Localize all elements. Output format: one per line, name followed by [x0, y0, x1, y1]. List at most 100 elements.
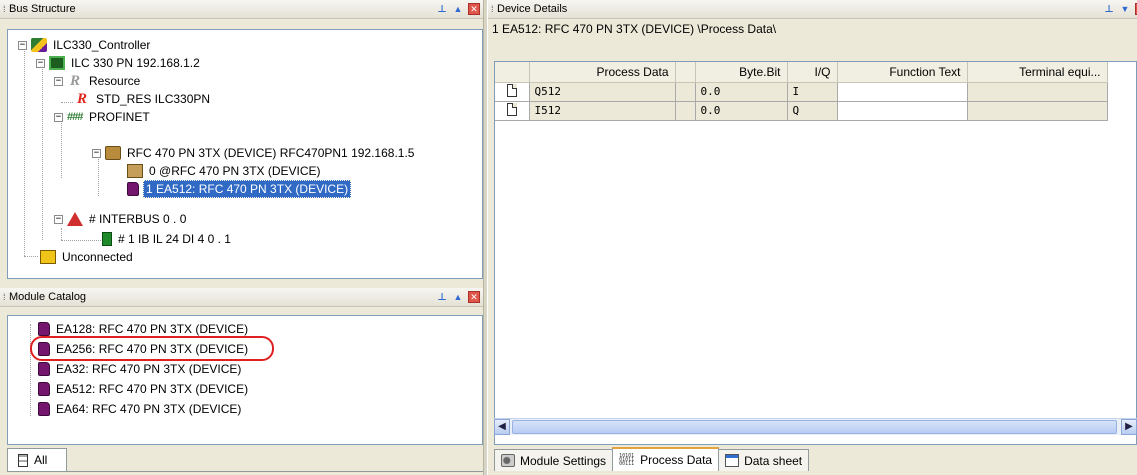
filter-all-icon	[18, 453, 28, 467]
cell-terminal[interactable]	[967, 82, 1108, 102]
device-details-title: Device Details	[497, 3, 568, 15]
cell-process-data[interactable]: Q512	[529, 82, 676, 102]
resource-icon: R	[69, 73, 80, 89]
bus-structure-tree[interactable]: − ILC330_Controller − ILC 330 PN 192.168…	[7, 29, 483, 279]
table-row[interactable]: Q512 0.0 I	[495, 82, 1108, 102]
cell-byte-bit[interactable]: 0.0	[695, 82, 788, 102]
module-icon	[38, 322, 50, 336]
cell-process-data[interactable]: I512	[529, 101, 676, 121]
tree-node-unconnected[interactable]: Unconnected	[40, 248, 135, 266]
device-path: 1 EA512: RFC 470 PN 3TX (DEVICE) \Proces…	[492, 22, 777, 36]
bus-structure-title: Bus Structure	[9, 3, 76, 15]
tab-module-settings[interactable]: Module Settings	[494, 449, 614, 471]
table-row[interactable]: I512 0.0 Q	[495, 101, 1108, 121]
catalog-item-ea32[interactable]: EA32: RFC 470 PN 3TX (DEVICE)	[38, 360, 243, 378]
column-header-byte-bit[interactable]: Byte.Bit	[695, 62, 788, 83]
collapse-icon[interactable]: −	[54, 214, 63, 224]
module-settings-icon	[501, 454, 515, 467]
column-header-process-data[interactable]: Process Data	[529, 62, 676, 83]
table-header-row: Process Data Byte.Bit I/Q Function Text …	[495, 62, 1108, 83]
cell-iq[interactable]: Q	[787, 101, 838, 121]
bus-structure-header: ⁞ Bus Structure ⊥ ▲ ✕	[0, 0, 483, 19]
module-icon	[38, 362, 50, 376]
scroll-left-icon[interactable]: ◀	[494, 419, 510, 435]
pin-icon[interactable]: ⊥	[436, 3, 448, 16]
process-data-grid[interactable]: Process Data Byte.Bit I/Q Function Text …	[494, 61, 1137, 445]
row-icon-header	[495, 62, 530, 83]
cell-terminal[interactable]	[967, 101, 1108, 121]
profinet-icon: ###	[67, 111, 83, 123]
tree-node-std-res[interactable]: R STD_RES ILC330PN	[74, 90, 212, 108]
tree-node-rfc470[interactable]: − RFC 470 PN 3TX (DEVICE) RFC470PN1 192.…	[92, 144, 416, 162]
tree-node-label: # 1 IB IL 24 DI 4 0 . 1	[118, 232, 231, 246]
module-catalog-list[interactable]: EA128: RFC 470 PN 3TX (DEVICE) EA256: RF…	[7, 315, 483, 445]
tree-node-interbus[interactable]: − # INTERBUS 0 . 0	[54, 210, 188, 228]
tree-node-resource[interactable]: − R Resource	[54, 72, 142, 90]
collapse-icon[interactable]: −	[36, 58, 45, 68]
pin-icon[interactable]: ⊥	[436, 291, 448, 304]
unconnected-icon	[40, 250, 56, 264]
scroll-thumb[interactable]	[512, 420, 1117, 434]
tree-node-label: PROFINET	[89, 110, 150, 124]
cell-function-text[interactable]	[837, 101, 968, 121]
row-doc-cell	[495, 82, 530, 102]
minimize-down-icon[interactable]: ▼	[1119, 3, 1131, 16]
tree-node-label: 1 EA512: RFC 470 PN 3TX (DEVICE)	[143, 180, 352, 198]
cell-iq[interactable]: I	[787, 82, 838, 102]
column-header-function-text[interactable]: Function Text	[837, 62, 968, 83]
tree-node-label: # INTERBUS 0 . 0	[89, 212, 187, 226]
cell-byte-bit[interactable]: 0.0	[695, 101, 788, 121]
pin-icon[interactable]: ⊥	[1103, 3, 1115, 16]
collapse-icon[interactable]: −	[54, 76, 63, 86]
module-icon	[127, 182, 139, 196]
device-details-panel: ⁞Device Details ⊥ ▼ ✕ 1 EA512: RFC 470 P…	[488, 0, 1137, 475]
catalog-filter-tab[interactable]: All	[7, 448, 67, 472]
close-icon[interactable]: ✕	[468, 3, 480, 15]
collapse-icon[interactable]: −	[18, 40, 27, 50]
module-icon	[38, 402, 50, 416]
module-icon	[38, 382, 50, 396]
column-header-iq[interactable]: I/Q	[787, 62, 838, 83]
column-header-spacer	[675, 62, 696, 83]
grip-icon[interactable]: ⁞	[491, 0, 494, 18]
cell-spacer	[675, 82, 696, 102]
collapse-icon[interactable]: −	[54, 112, 63, 122]
tree-node-label: STD_RES ILC330PN	[96, 92, 211, 106]
minimize-up-icon[interactable]: ▲	[452, 3, 464, 16]
plc-chip-icon	[49, 56, 65, 70]
highlight-circle	[30, 336, 274, 361]
io-terminal-icon	[102, 232, 112, 246]
catalog-item-label: EA32: RFC 470 PN 3TX (DEVICE)	[56, 362, 242, 376]
tree-node-ea512-selected[interactable]: 1 EA512: RFC 470 PN 3TX (DEVICE)	[127, 180, 352, 198]
process-data-icon: 10101 01011 00111	[619, 452, 635, 467]
tree-node-profinet[interactable]: − ### PROFINET	[54, 108, 152, 126]
column-header-terminal[interactable]: Terminal equi...	[967, 62, 1108, 83]
tree-node-label: ILC 330 PN 192.168.1.2	[71, 56, 200, 70]
scroll-right-icon[interactable]: ▶	[1121, 419, 1137, 435]
tree-node-rfc-submodule[interactable]: 0 @RFC 470 PN 3TX (DEVICE)	[127, 162, 323, 180]
tab-process-data[interactable]: 10101 01011 00111 Process Data	[612, 447, 720, 471]
data-sheet-icon	[725, 454, 740, 467]
tree-node-ib-il24[interactable]: # 1 IB IL 24 DI 4 0 . 1	[102, 230, 233, 248]
grip-icon[interactable]: ⁞	[3, 288, 6, 306]
row-doc-cell	[495, 101, 530, 121]
catalog-item-ea64[interactable]: EA64: RFC 470 PN 3TX (DEVICE)	[38, 400, 243, 418]
tree-node-label: ILC330_Controller	[53, 38, 151, 52]
collapse-icon[interactable]: −	[92, 148, 101, 158]
details-tab-strip: Module Settings 10101 01011 00111 Process …	[494, 447, 810, 471]
grip-icon[interactable]: ⁞	[3, 0, 6, 18]
interbus-icon	[67, 212, 83, 226]
minimize-up-icon[interactable]: ▲	[452, 291, 464, 304]
catalog-item-ea512[interactable]: EA512: RFC 470 PN 3TX (DEVICE)	[38, 380, 250, 398]
catalog-item-label: EA128: RFC 470 PN 3TX (DEVICE)	[56, 322, 249, 336]
tree-node-ilc330[interactable]: − ILC 330 PN 192.168.1.2	[36, 54, 202, 72]
horizontal-scrollbar[interactable]: ◀ ▶	[494, 418, 1137, 435]
tab-data-sheet[interactable]: Data sheet	[718, 449, 810, 471]
catalog-item-label: EA512: RFC 470 PN 3TX (DEVICE)	[56, 382, 249, 396]
cell-function-text[interactable]	[837, 82, 968, 102]
bus-structure-panel: ⁞ Bus Structure ⊥ ▲ ✕ − ILC330_Controller…	[0, 0, 483, 283]
close-icon[interactable]: ✕	[468, 291, 480, 303]
catalog-item-label: EA64: RFC 470 PN 3TX (DEVICE)	[56, 402, 242, 416]
module-catalog-header: ⁞ Module Catalog ⊥ ▲ ✕	[0, 288, 483, 307]
tree-node-controller[interactable]: − ILC330_Controller	[18, 36, 152, 54]
